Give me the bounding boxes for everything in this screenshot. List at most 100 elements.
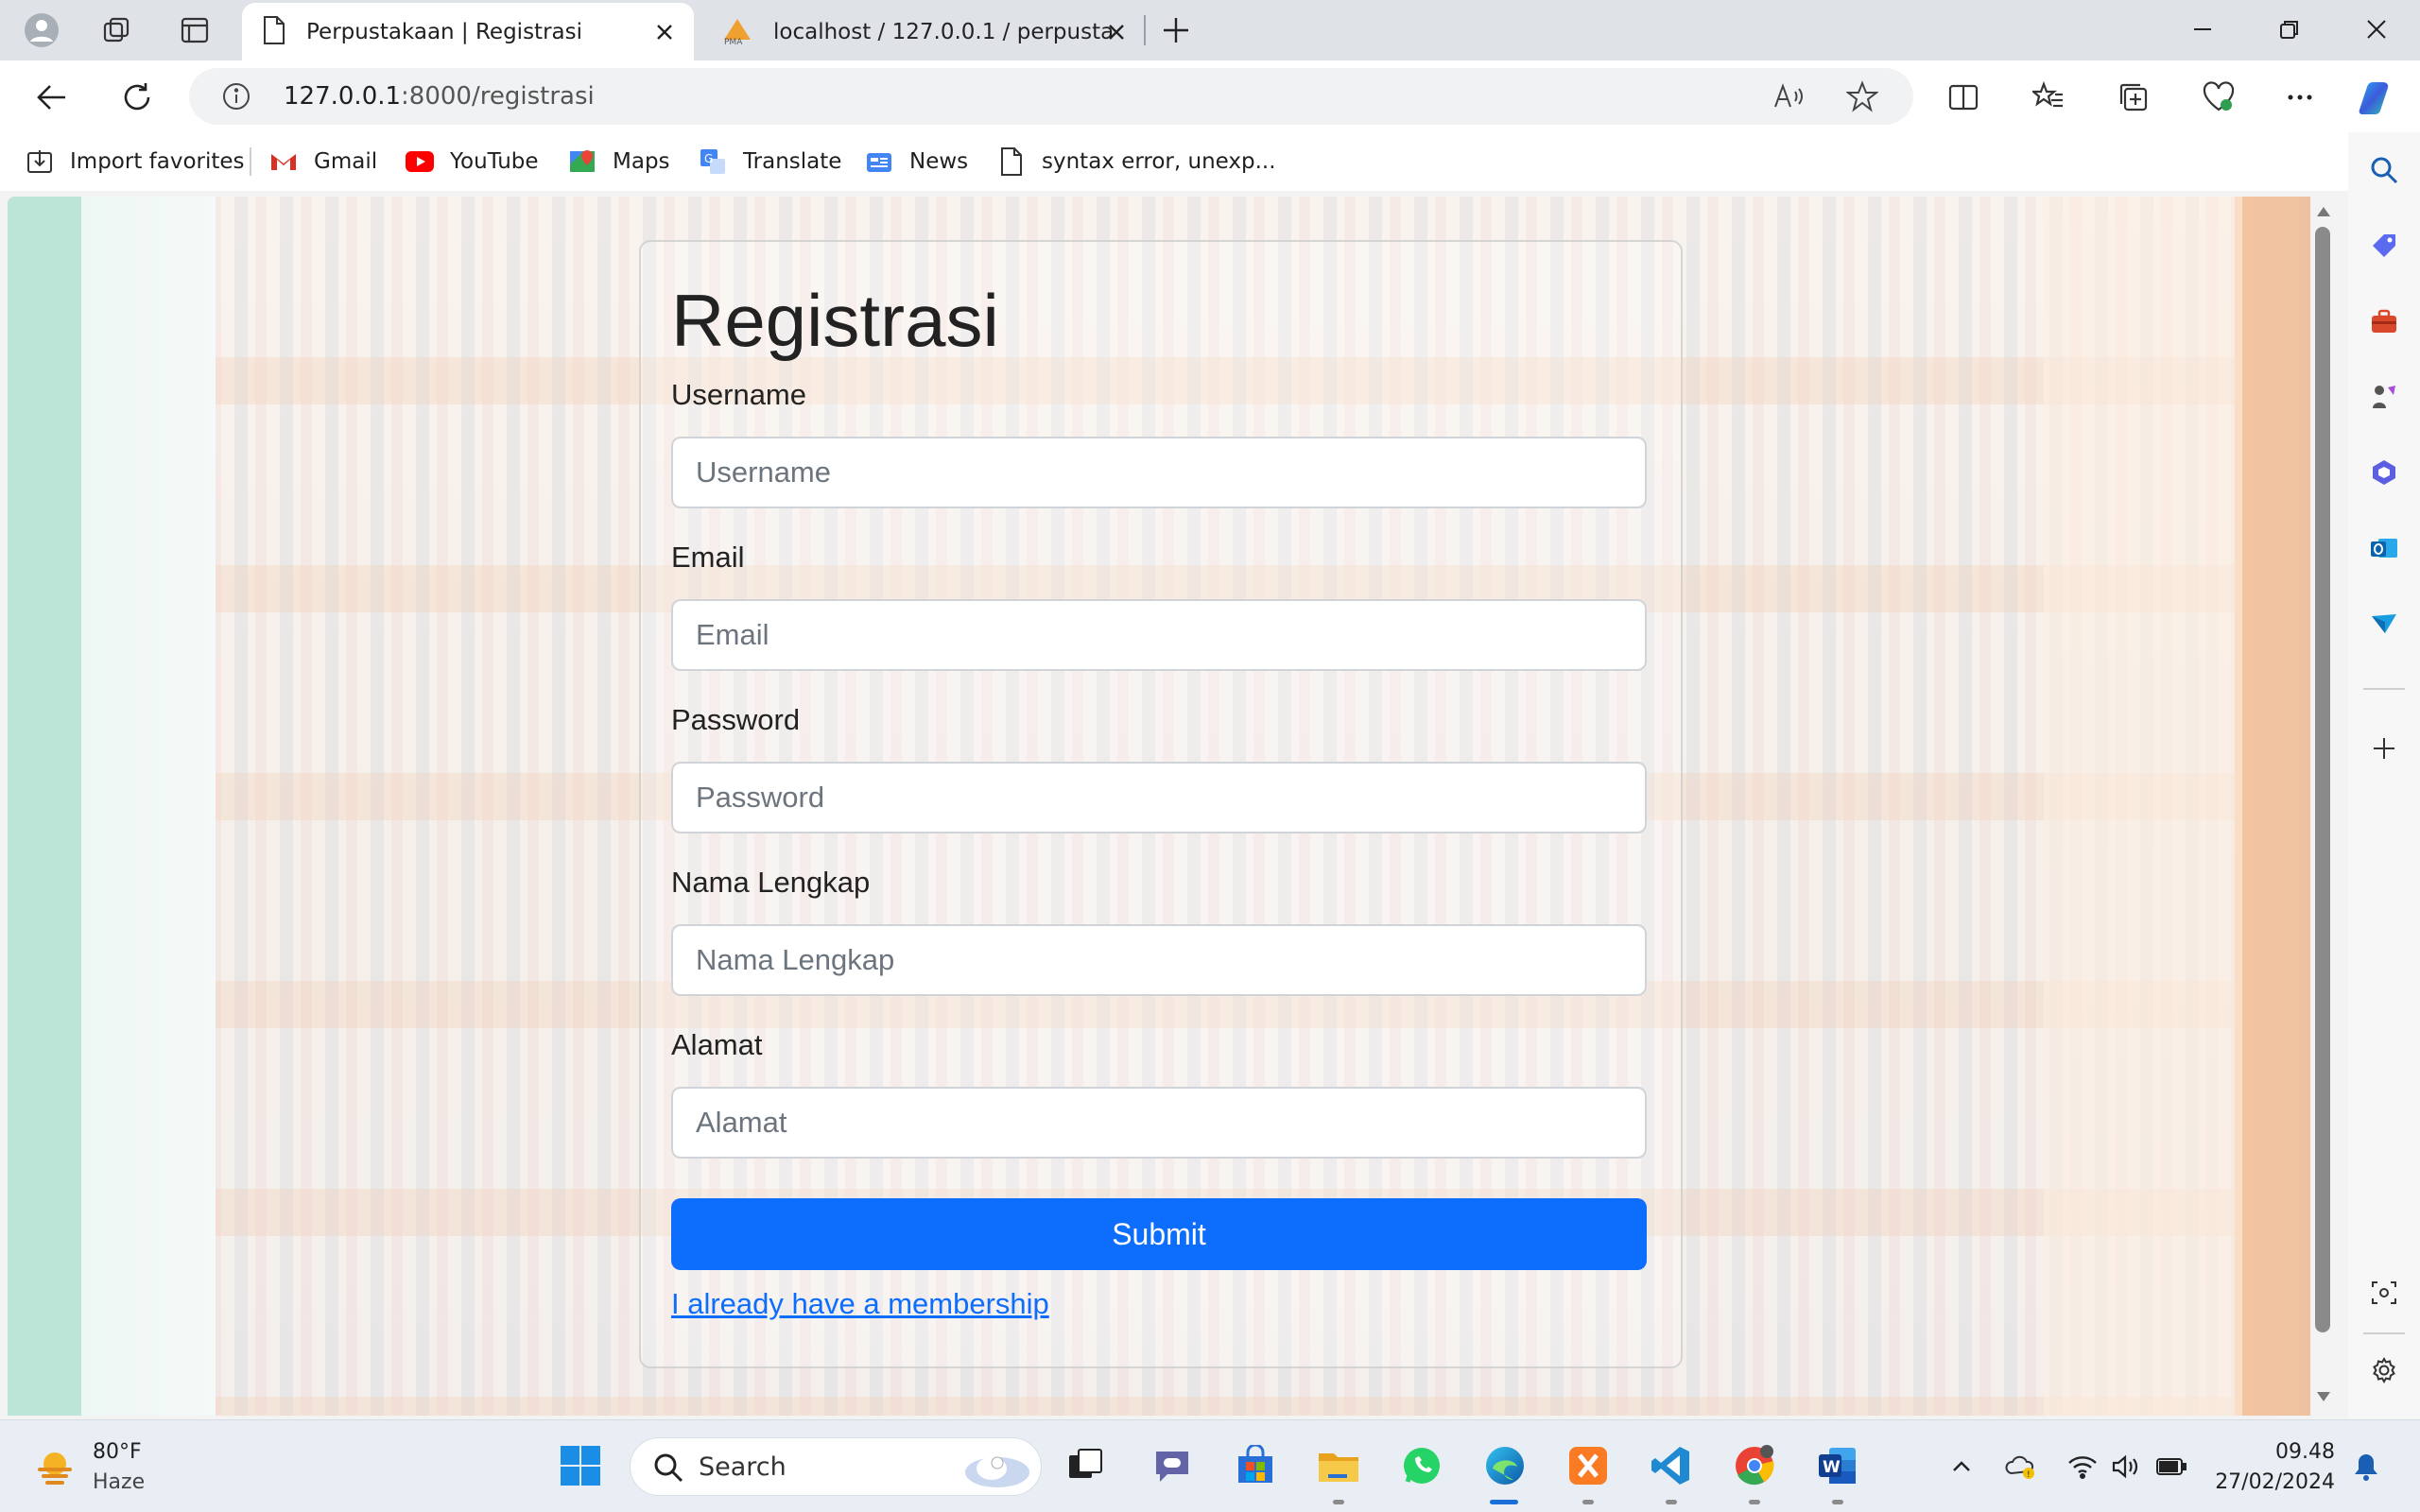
- profile-avatar-icon[interactable]: [19, 8, 64, 53]
- task-view-icon[interactable]: [1061, 1441, 1110, 1490]
- url-bar[interactable]: 127.0.0.1:8000/registrasi: [189, 68, 1913, 125]
- restore-button[interactable]: [2246, 0, 2333, 59]
- vscode-icon[interactable]: [1647, 1441, 1696, 1490]
- file-explorer-icon[interactable]: [1314, 1441, 1363, 1490]
- more-options-button[interactable]: [2276, 74, 2324, 121]
- split-screen-button[interactable]: [1940, 74, 1987, 121]
- xampp-icon[interactable]: [1564, 1441, 1613, 1490]
- favorite-star-icon[interactable]: [1843, 77, 1881, 115]
- collections-button[interactable]: [2110, 74, 2157, 121]
- word-icon[interactable]: W: [1813, 1441, 1862, 1490]
- search-icon: [651, 1451, 685, 1488]
- tab-strip: Perpustakaan | Registrasi PMA localhost …: [0, 0, 2420, 60]
- vertical-tabs-icon[interactable]: [172, 8, 217, 53]
- close-icon[interactable]: [1102, 18, 1131, 46]
- favorite-syntax-error[interactable]: syntax error, unexp...: [996, 144, 1276, 180]
- sidebar-divider: [2363, 1332, 2405, 1334]
- scroll-up-arrow-icon[interactable]: [2312, 200, 2335, 223]
- scroll-down-arrow-icon[interactable]: [2312, 1385, 2335, 1408]
- drop-icon[interactable]: [2365, 605, 2403, 643]
- shopping-tag-icon[interactable]: [2365, 227, 2403, 265]
- windows-taskbar: 80°F Haze Search W ! 09.48 27/02/2024: [0, 1419, 2420, 1512]
- favorite-maps[interactable]: Maps: [567, 144, 670, 180]
- tab-registrasi[interactable]: Perpustakaan | Registrasi: [242, 3, 694, 60]
- minimize-button[interactable]: [2159, 0, 2246, 59]
- wifi-icon[interactable]: [2066, 1451, 2099, 1483]
- system-clock[interactable]: 09.48 27/02/2024: [2203, 1437, 2335, 1498]
- microsoft-store-icon[interactable]: [1231, 1441, 1280, 1490]
- refresh-button[interactable]: [113, 74, 161, 121]
- favorite-import[interactable]: Import favorites: [25, 144, 245, 180]
- new-tab-button[interactable]: [1155, 9, 1197, 51]
- maps-icon: [567, 146, 597, 177]
- search-highlight-icon: [950, 1444, 1031, 1495]
- page-viewport: Registrasi Username Email Password Nama …: [8, 197, 2310, 1416]
- onedrive-icon[interactable]: !: [2004, 1451, 2036, 1483]
- whatsapp-icon[interactable]: [1397, 1441, 1446, 1490]
- scrollbar-thumb[interactable]: [2315, 227, 2330, 1332]
- weather-temp: 80°F: [93, 1440, 142, 1464]
- notifications-bell-icon[interactable]: [2350, 1451, 2382, 1483]
- running-indicator: [1582, 1500, 1594, 1504]
- favorite-label: YouTube: [450, 149, 539, 174]
- windows-start-icon[interactable]: [556, 1441, 605, 1490]
- taskbar-search[interactable]: Search: [630, 1437, 1042, 1496]
- browser-essentials-button[interactable]: [2195, 74, 2242, 121]
- username-input[interactable]: [671, 437, 1647, 508]
- volume-icon[interactable]: [2110, 1451, 2142, 1483]
- running-indicator: [1666, 1500, 1677, 1504]
- password-label: Password: [671, 703, 801, 736]
- teams-chat-icon[interactable]: [1148, 1441, 1197, 1490]
- page-icon: [996, 146, 1027, 177]
- favorite-label: Import favorites: [70, 149, 245, 174]
- battery-icon[interactable]: [2155, 1451, 2187, 1483]
- favorite-gmail[interactable]: Gmail: [268, 144, 377, 180]
- tools-icon[interactable]: [2365, 302, 2403, 340]
- favorite-label: Gmail: [314, 149, 378, 174]
- favorite-label: Maps: [613, 149, 670, 174]
- weather-desc: Haze: [93, 1470, 146, 1494]
- gear-icon[interactable]: [2365, 1351, 2403, 1389]
- add-icon[interactable]: [2365, 730, 2403, 767]
- search-icon[interactable]: [2365, 151, 2403, 189]
- copilot-button[interactable]: [2354, 74, 2401, 121]
- weather-widget[interactable]: 80°F Haze: [32, 1437, 145, 1498]
- address-bar-area: 127.0.0.1:8000/registrasi: [0, 60, 2420, 132]
- show-hidden-icons-chevron-up-icon[interactable]: [1945, 1451, 1978, 1483]
- outlook-icon[interactable]: [2365, 529, 2403, 567]
- submit-button[interactable]: Submit: [671, 1198, 1647, 1270]
- page-icon: [261, 15, 287, 49]
- favorite-youtube[interactable]: YouTube: [405, 144, 539, 180]
- email-input[interactable]: [671, 599, 1647, 671]
- address-input[interactable]: [671, 1087, 1647, 1159]
- full-name-input[interactable]: [671, 924, 1647, 996]
- clock-time: 09.48: [2275, 1440, 2335, 1464]
- back-button[interactable]: [28, 74, 76, 121]
- favorite-translate[interactable]: G Translate: [698, 144, 841, 180]
- games-icon[interactable]: [2365, 378, 2403, 416]
- edge-browser-icon[interactable]: [1480, 1441, 1530, 1490]
- close-window-button[interactable]: [2333, 0, 2420, 59]
- tab-phpmyadmin[interactable]: PMA localhost / 127.0.0.1 / perpustakaan: [701, 3, 1146, 60]
- screenshot-icon[interactable]: [2365, 1274, 2403, 1312]
- password-input[interactable]: [671, 762, 1647, 833]
- clock-date: 27/02/2024: [2215, 1470, 2335, 1494]
- search-label: Search: [699, 1452, 786, 1482]
- microsoft-365-icon[interactable]: [2365, 454, 2403, 491]
- favorites-bar: Import favorites Gmail YouTube Maps G Tr…: [0, 132, 2348, 191]
- read-aloud-icon[interactable]: [1770, 77, 1807, 115]
- info-icon[interactable]: [217, 77, 255, 115]
- username-label: Username: [671, 378, 806, 411]
- favorite-label: syntax error, unexp...: [1042, 149, 1276, 174]
- favorites-button[interactable]: [2025, 74, 2072, 121]
- workspaces-icon[interactable]: [95, 8, 140, 53]
- url-text: 127.0.0.1:8000/registrasi: [284, 82, 595, 111]
- address-label: Alamat: [671, 1028, 763, 1061]
- login-link[interactable]: I already have a membership: [671, 1287, 1049, 1321]
- favorite-news[interactable]: News: [864, 144, 968, 180]
- close-icon[interactable]: [650, 18, 679, 46]
- favorites-divider: [250, 147, 251, 176]
- chrome-icon[interactable]: [1730, 1441, 1779, 1490]
- news-icon: [864, 146, 894, 177]
- full-name-label: Nama Lengkap: [671, 866, 871, 899]
